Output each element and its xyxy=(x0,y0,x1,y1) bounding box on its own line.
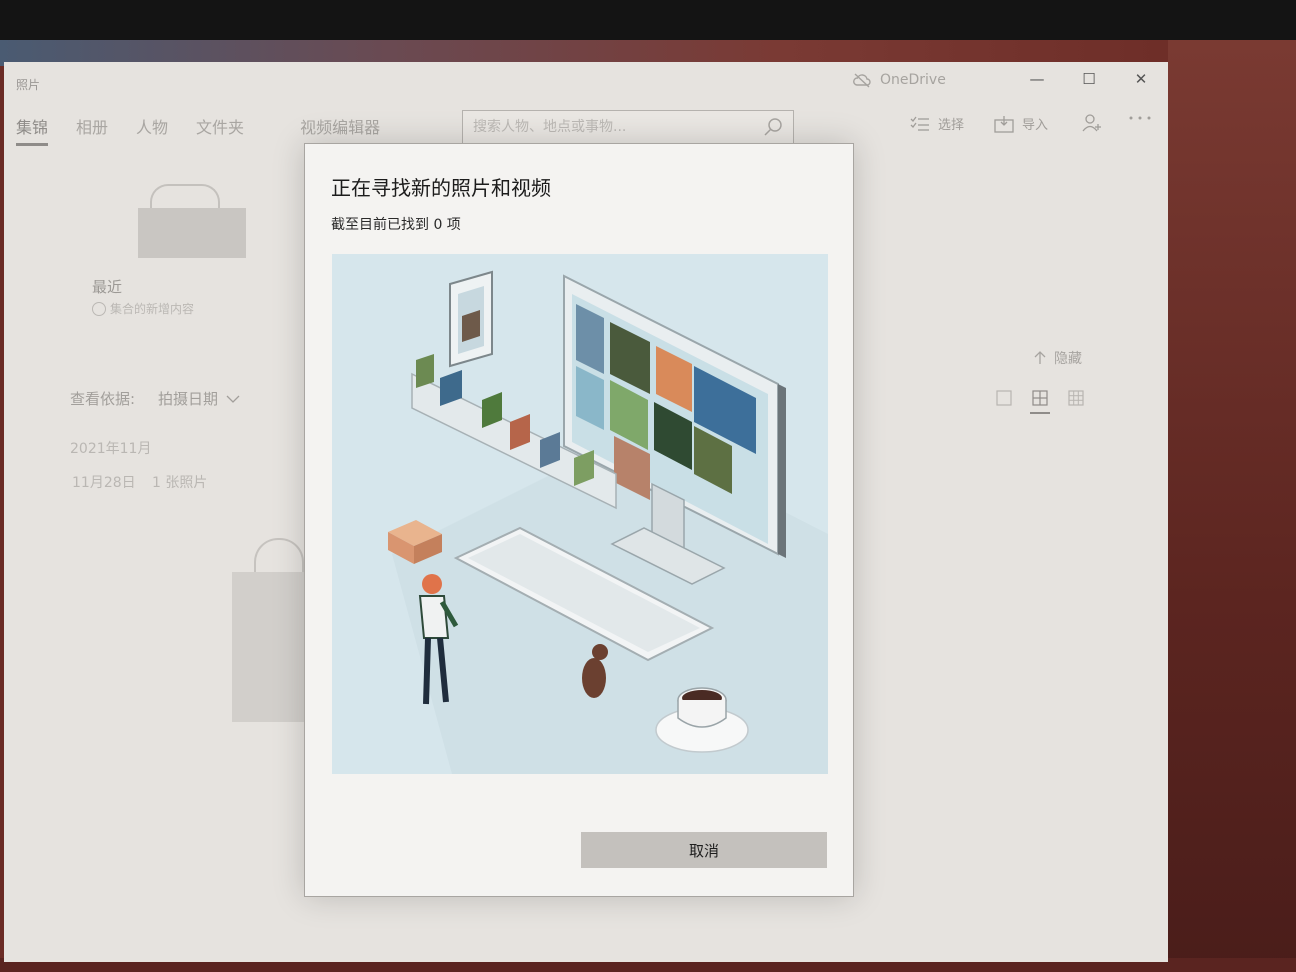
more-dots-icon xyxy=(1129,116,1151,120)
cloud-off-icon xyxy=(853,73,871,88)
tab-albums[interactable]: 相册 xyxy=(76,114,108,146)
dialog-title: 正在寻找新的照片和视频 xyxy=(331,176,551,200)
onedrive-label: OneDrive xyxy=(880,72,946,88)
import-icon xyxy=(994,115,1014,133)
nav-tabs: 集锦 相册 人物 文件夹 视频编辑器 xyxy=(16,114,408,146)
view-by-value: 拍摄日期 xyxy=(158,390,219,408)
minimize-button[interactable]: — xyxy=(1022,70,1052,92)
clock-icon xyxy=(92,301,106,316)
tab-collection[interactable]: 集锦 xyxy=(16,114,49,146)
search-box xyxy=(462,110,794,144)
person-add-icon xyxy=(1082,114,1101,132)
search-icon[interactable] xyxy=(763,117,783,137)
photo-thumbnail[interactable] xyxy=(232,572,306,722)
cancel-button[interactable]: 取消 xyxy=(581,832,827,868)
timeline-day: 11月28日 xyxy=(72,475,136,491)
select-label: 选择 xyxy=(938,118,965,133)
recent-collection-thumbnail[interactable] xyxy=(138,208,246,258)
arrow-up-icon xyxy=(1034,351,1046,364)
select-button[interactable]: 选择 xyxy=(910,114,964,133)
view-by-dropdown[interactable]: 拍摄日期 xyxy=(158,388,240,409)
timeline-day-count: 1 张照片 xyxy=(152,475,208,491)
import-label: 导入 xyxy=(1022,118,1049,133)
close-button[interactable]: ✕ xyxy=(1126,70,1156,92)
tab-people[interactable]: 人物 xyxy=(136,114,168,146)
monitor-bezel xyxy=(0,0,1296,44)
import-illustration xyxy=(332,254,828,774)
dialog-found-count: 截至目前已找到 0 项 xyxy=(331,217,461,233)
small-grid-view-icon[interactable] xyxy=(1066,388,1086,408)
view-by-label: 查看依据: xyxy=(70,390,136,408)
hide-label: 隐藏 xyxy=(1054,351,1082,367)
more-options-button[interactable] xyxy=(1128,114,1152,122)
hide-button[interactable]: 隐藏 xyxy=(1034,348,1082,368)
chevron-down-icon xyxy=(226,395,240,403)
import-button[interactable]: 导入 xyxy=(994,114,1048,133)
recent-subtitle: 集合的新增内容 xyxy=(92,300,194,317)
account-button[interactable] xyxy=(1082,114,1102,132)
import-progress-dialog: 正在寻找新的照片和视频 截至目前已找到 0 项 取消 xyxy=(304,143,854,897)
tab-video-editor[interactable]: 视频编辑器 xyxy=(300,114,380,146)
app-title: 照片 xyxy=(16,78,41,92)
search-input[interactable] xyxy=(473,117,753,137)
view-size-toggles xyxy=(994,388,1086,414)
checklist-icon xyxy=(910,116,929,131)
large-view-icon[interactable] xyxy=(994,388,1014,408)
tab-folders[interactable]: 文件夹 xyxy=(196,114,244,146)
medium-grid-view-icon[interactable] xyxy=(1030,388,1050,414)
onedrive-status[interactable]: OneDrive xyxy=(852,72,946,88)
recent-subtitle-text: 集合的新增内容 xyxy=(110,302,195,316)
timeline-month: 2021年11月 xyxy=(70,441,152,457)
recent-title: 最近 xyxy=(92,278,123,296)
title-bar: 照片 OneDrive — ☐ ✕ xyxy=(4,62,1168,102)
maximize-button[interactable]: ☐ xyxy=(1074,70,1104,92)
desktop-background-right xyxy=(1168,40,1296,972)
